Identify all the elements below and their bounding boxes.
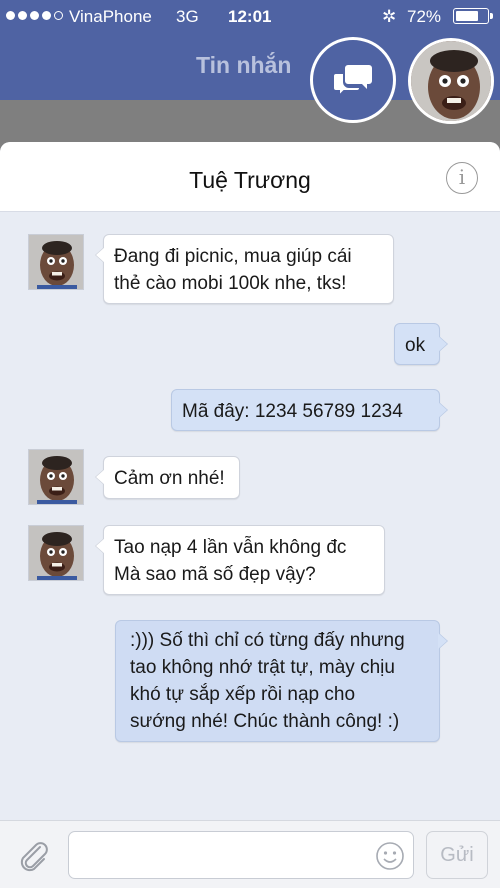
conversation-panel: Tuệ Trương i Đang đi picnic, mua giúp cá… [0,142,500,888]
contact-avatar [28,234,84,290]
message-bubble-outgoing: Mã đây: 1234 56789 1234 [171,389,448,431]
contact-avatar [28,449,84,505]
message-bubble-outgoing: ok [394,323,448,365]
status-time: 12:01 [228,7,272,26]
message-line: ok [405,335,426,356]
message-bubble-incoming: Đang đi picnic, mua giúp cái thẻ cào mob… [95,234,394,304]
battery-icon [453,8,493,24]
message-input[interactable] [68,831,414,879]
info-icon[interactable]: i [446,162,478,194]
compose-message-button[interactable] [310,37,396,123]
message-line: Mà sao mã số đẹp vậy? [114,564,316,585]
message-line: thẻ cào mobi 100k nhe, tks! [114,273,347,294]
message-bubble-incoming: Cảm ơn nhé! [95,456,240,499]
conversation-header: Tuệ Trương i [0,142,500,212]
contact-avatar [28,525,84,581]
message-line: Đang đi picnic, mua giúp cái [114,246,352,267]
message-composer: Gửi [0,820,500,888]
message-bubble-outgoing: :))) Số thì chỉ có từng đấy nhưng tao kh… [115,620,448,742]
message-line: :))) Số thì chỉ có từng đấy nhưng [130,630,405,651]
message-line: tao không nhớ trật tự, mày chịu [130,657,395,678]
message-line: Mã đây: 1234 56789 1234 [182,401,403,422]
message-bubble-incoming: Tao nạp 4 lần vẫn không đc Mà sao mã số … [95,525,385,595]
signal-strength-icon [6,11,63,20]
contact-name: Tuệ Trương [189,167,311,193]
message-line: Tao nạp 4 lần vẫn không đc [114,537,347,558]
paperclip-icon[interactable] [16,839,52,880]
profile-avatar[interactable] [408,38,494,124]
carrier-name: VinaPhone [69,7,152,26]
message-line: sướng nhé! Chúc thành công! :) [130,711,400,732]
message-line: Cảm ơn nhé! [114,468,225,489]
status-bar: VinaPhone 3G 12:01 ✲ 72% [0,0,500,34]
activity-spinner-icon: ✲ [382,7,397,26]
network-type: 3G [176,7,199,26]
page-title: Tin nhắn [196,52,292,78]
chat-bubbles-icon [333,65,372,97]
send-button[interactable]: Gửi [426,831,488,879]
smiley-icon[interactable] [375,841,405,876]
message-line: khó tự sắp xếp rồi nạp cho [130,684,356,705]
battery-percent: 72% [407,7,442,26]
